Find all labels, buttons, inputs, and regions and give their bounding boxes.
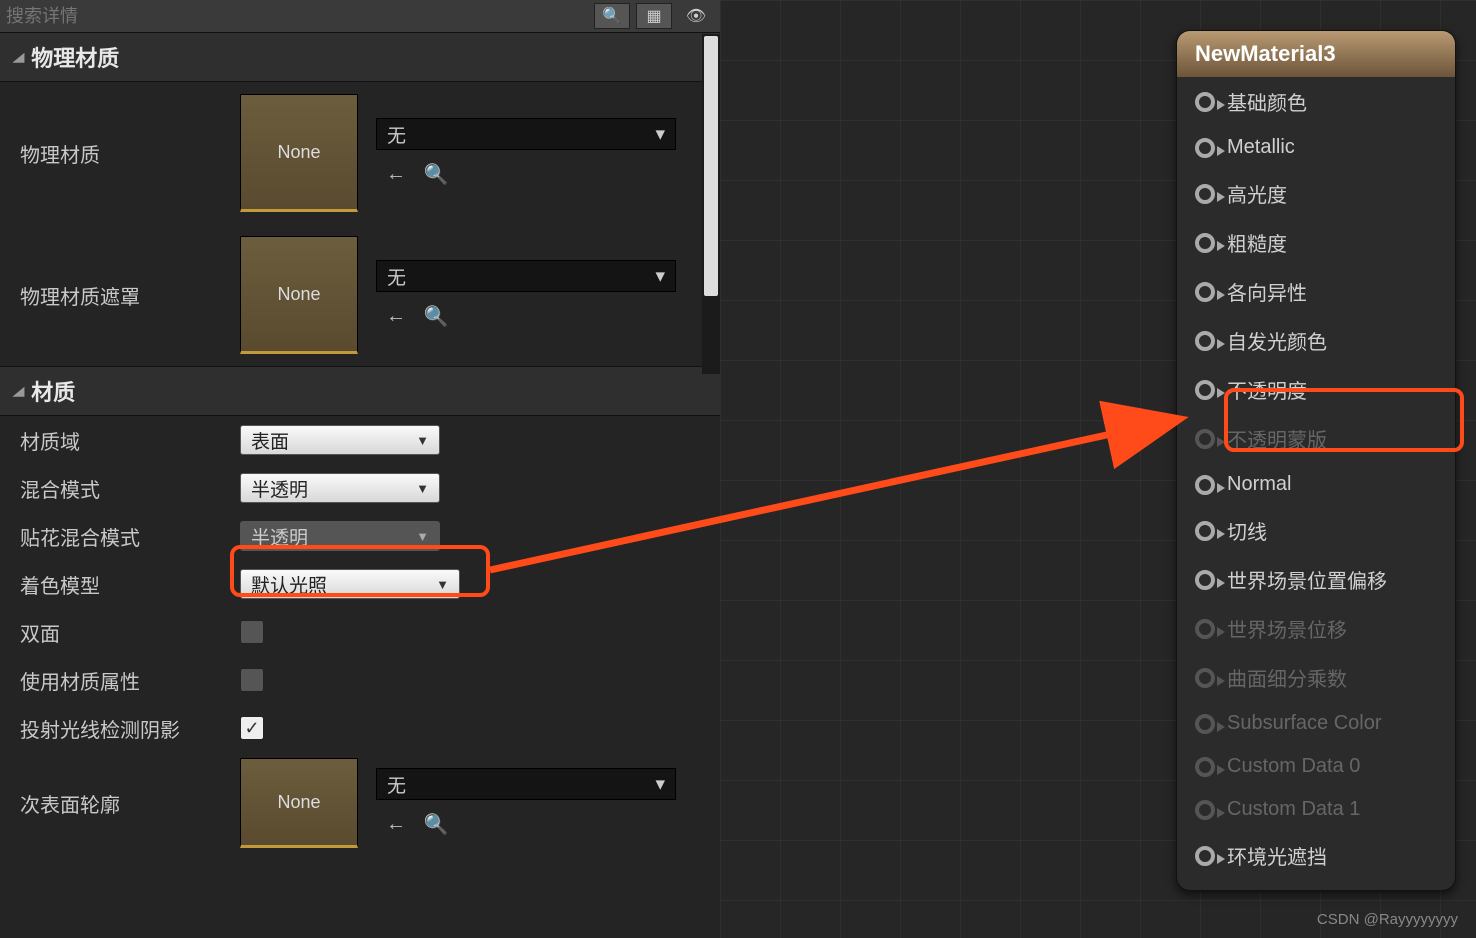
pin-ring-icon <box>1195 380 1215 400</box>
asset-dropdown[interactable]: 无▾ <box>376 768 676 800</box>
pin-ring-icon <box>1195 668 1215 688</box>
node-title: NewMaterial3 <box>1177 31 1455 77</box>
pin-ring-icon <box>1195 714 1215 734</box>
asset-thumb[interactable]: None <box>240 758 358 848</box>
pin-ring-icon <box>1195 138 1215 158</box>
eye-icon[interactable]: 👁 <box>678 3 714 29</box>
pin-粗糙度[interactable]: 粗糙度 <box>1177 218 1455 267</box>
pin-ring-icon <box>1195 757 1215 777</box>
row-shading-model: 着色模型 默认光照▼ <box>0 560 720 608</box>
search-bar: 🔍 ▦ 👁 <box>0 0 720 32</box>
use-selected-icon[interactable]: ← <box>382 160 410 188</box>
asset-dropdown[interactable]: 无▾ <box>376 260 676 292</box>
use-selected-icon[interactable]: ← <box>382 810 410 838</box>
pin-ring-icon <box>1195 521 1215 541</box>
checkbox-two-sided[interactable] <box>240 620 264 644</box>
details-panel: 🔍 ▦ 👁 物理材质 物理材质 None 无▾ ← 🔍 物理材质遮罩 None … <box>0 0 720 938</box>
pin-Custom Data 1[interactable]: Custom Data 1 <box>1177 788 1455 831</box>
label-physical-material: 物理材质 <box>20 139 240 168</box>
search-input[interactable] <box>6 6 594 27</box>
asset-thumb[interactable]: None <box>240 94 358 212</box>
dropdown-shading-model[interactable]: 默认光照▼ <box>240 569 460 599</box>
asset-thumb[interactable]: None <box>240 236 358 354</box>
search-icon[interactable]: 🔍 <box>594 3 630 29</box>
pin-不透明度[interactable]: 不透明度 <box>1177 365 1455 414</box>
pin-ring-icon <box>1195 475 1215 495</box>
pin-ring-icon <box>1195 619 1215 639</box>
pin-不透明蒙版[interactable]: 不透明蒙版 <box>1177 414 1455 463</box>
browse-icon[interactable]: 🔍 <box>422 810 450 838</box>
pin-自发光颜色[interactable]: 自发光颜色 <box>1177 316 1455 365</box>
pin-曲面细分乘数[interactable]: 曲面细分乘数 <box>1177 653 1455 702</box>
asset-dropdown[interactable]: 无▾ <box>376 118 676 150</box>
label-physical-material-mask: 物理材质遮罩 <box>20 281 240 310</box>
row-physical-material: 物理材质 None 无▾ ← 🔍 <box>0 82 720 224</box>
pin-Normal[interactable]: Normal <box>1177 463 1455 506</box>
row-use-material-attrs: 使用材质属性 <box>0 656 720 704</box>
pin-各向异性[interactable]: 各向异性 <box>1177 267 1455 316</box>
use-selected-icon[interactable]: ← <box>382 302 410 330</box>
row-subsurface-profile: 次表面轮廓 None 无▾ ← 🔍 <box>0 752 720 860</box>
row-cast-ray-shadow: 投射光线检测阴影 ✓ <box>0 704 720 752</box>
pin-环境光遮挡[interactable]: 环境光遮挡 <box>1177 831 1455 880</box>
pin-ring-icon <box>1195 429 1215 449</box>
pin-ring-icon <box>1195 233 1215 253</box>
pin-ring-icon <box>1195 184 1215 204</box>
row-two-sided: 双面 <box>0 608 720 656</box>
pin-ring-icon <box>1195 92 1215 112</box>
grid-view-icon[interactable]: ▦ <box>636 3 672 29</box>
pin-ring-icon <box>1195 800 1215 820</box>
pin-Metallic[interactable]: Metallic <box>1177 126 1455 169</box>
dropdown-material-domain[interactable]: 表面▼ <box>240 425 440 455</box>
row-decal-blend-mode: 贴花混合模式 半透明▼ <box>0 512 720 560</box>
pin-高光度[interactable]: 高光度 <box>1177 169 1455 218</box>
dropdown-decal-blend: 半透明▼ <box>240 521 440 551</box>
pin-世界场景位移[interactable]: 世界场景位移 <box>1177 604 1455 653</box>
section-material[interactable]: 材质 <box>0 366 720 416</box>
pin-Custom Data 0[interactable]: Custom Data 0 <box>1177 745 1455 788</box>
material-output-node[interactable]: NewMaterial3 基础颜色Metallic高光度粗糙度各向异性自发光颜色… <box>1176 30 1456 891</box>
scrollbar[interactable] <box>702 34 720 374</box>
pin-ring-icon <box>1195 570 1215 590</box>
section-physical-material[interactable]: 物理材质 <box>0 32 720 82</box>
checkbox-cast-shadow[interactable]: ✓ <box>240 716 264 740</box>
row-physical-material-mask: 物理材质遮罩 None 无▾ ← 🔍 <box>0 224 720 366</box>
browse-icon[interactable]: 🔍 <box>422 302 450 330</box>
row-blend-mode: 混合模式 半透明▼ <box>0 464 720 512</box>
pin-ring-icon <box>1195 331 1215 351</box>
pin-世界场景位置偏移[interactable]: 世界场景位置偏移 <box>1177 555 1455 604</box>
checkbox-use-mat-attrs[interactable] <box>240 668 264 692</box>
row-material-domain: 材质域 表面▼ <box>0 416 720 464</box>
pin-基础颜色[interactable]: 基础颜色 <box>1177 77 1455 126</box>
pin-ring-icon <box>1195 282 1215 302</box>
pin-ring-icon <box>1195 846 1215 866</box>
watermark: CSDN @Rayyyyyyyy <box>1317 911 1458 928</box>
pin-Subsurface Color[interactable]: Subsurface Color <box>1177 702 1455 745</box>
pin-切线[interactable]: 切线 <box>1177 506 1455 555</box>
dropdown-blend-mode[interactable]: 半透明▼ <box>240 473 440 503</box>
browse-icon[interactable]: 🔍 <box>422 160 450 188</box>
